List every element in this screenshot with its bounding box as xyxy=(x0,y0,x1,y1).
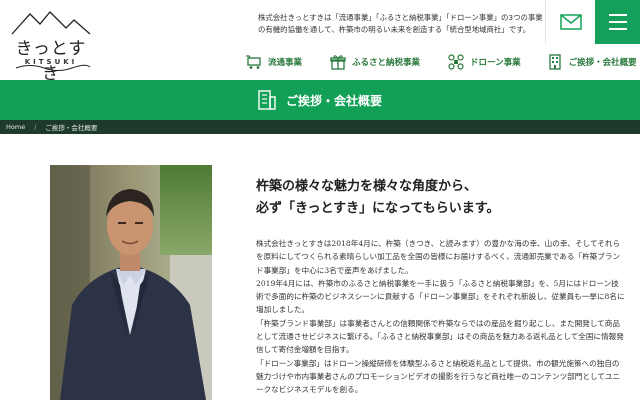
cart-icon xyxy=(246,55,261,69)
global-nav: 流通事業 ふるさと納税事業 ドローン事業 ご挨拶・会社概要 xyxy=(240,50,640,74)
nav-item-drone[interactable]: ドローン事業 xyxy=(448,54,521,70)
greeting-heading-line: 必ず「きっとすき」になってもらいます。 xyxy=(256,201,500,216)
greeting-heading-line: 杵築の様々な魅力を様々な角度から、 xyxy=(256,179,478,194)
page-title-wrap: ご挨拶・会社概要 xyxy=(258,90,382,110)
ceo-portrait-photo xyxy=(50,165,212,400)
greeting-paragraph: 「杵築ブランド事業部」は事業者さんとの信頼関係で杵築ならではの産品を掘り起こし、… xyxy=(256,318,624,355)
nav-item-about[interactable]: ご挨拶・会社概要 xyxy=(547,54,637,70)
greeting-body: 株式会社きっとすきは2018年4月に、杵築（きつき、と読みます）の豊かな海の幸、… xyxy=(256,237,626,397)
logo-text-en: KITSUKI xyxy=(24,58,78,66)
gift-icon xyxy=(330,55,346,70)
nav-item-label: ふるさと納税事業 xyxy=(352,58,421,68)
hamburger-icon-bar xyxy=(608,28,627,30)
greeting-heading: 杵築の様々な魅力を様々な角度から、 必ず「きっとすき」になってもらいます。 xyxy=(256,176,626,220)
breadcrumb-home-link[interactable]: Home xyxy=(6,123,25,131)
greeting-paragraph: 2019年4月には、杵築市のふるさと納税事業を一手に扱う「ふるさと納税事業部」を… xyxy=(256,278,625,315)
hamburger-icon-bar xyxy=(608,14,627,16)
site-logo[interactable]: きっとすき KITSUKI xyxy=(8,8,94,84)
hamburger-icon-bar xyxy=(608,21,627,23)
page-title-banner: ご挨拶・会社概要 xyxy=(0,80,640,120)
breadcrumb-separator: / xyxy=(34,123,37,131)
nav-item-furusato[interactable]: ふるさと納税事業 xyxy=(330,54,420,70)
site-header: きっとすき KITSUKI 株式会社きっとすきは「流通事業」「ふるさと納税事業」… xyxy=(0,0,640,84)
breadcrumb-current: ご挨拶・会社概要 xyxy=(45,124,98,132)
greeting-paragraph: 株式会社きっとすきは2018年4月に、杵築（きつき、と読みます）の豊かな海の幸、… xyxy=(256,239,621,275)
contact-mail-button[interactable] xyxy=(545,0,595,44)
building-icon xyxy=(258,90,276,110)
menu-button[interactable] xyxy=(595,0,640,44)
building-icon xyxy=(548,54,561,70)
nav-item-label: ご挨拶・会社概要 xyxy=(568,58,637,68)
greeting-paragraph: 「ドローン事業部」はドローン操縦研修を体験型ふるさと納税返礼品として提供、市の観… xyxy=(256,358,621,395)
nav-item-distribution[interactable]: 流通事業 xyxy=(246,54,302,70)
header-intro-text: 株式会社きっとすきは「流通事業」「ふるさと納税事業」「ドローン事業」の3つの事業… xyxy=(258,13,543,34)
nav-item-label: ドローン事業 xyxy=(470,58,521,68)
breadcrumb: Home / ご挨拶・会社概要 xyxy=(0,120,640,134)
mail-icon xyxy=(559,14,582,30)
nav-item-label: 流通事業 xyxy=(268,58,303,68)
page-title: ご挨拶・会社概要 xyxy=(285,93,382,108)
drone-icon xyxy=(448,54,464,70)
